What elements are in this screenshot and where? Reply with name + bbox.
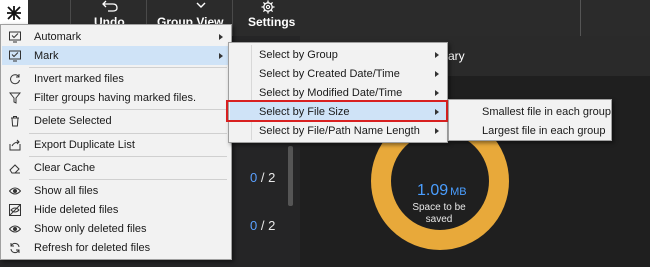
submenu-arrow-icon <box>435 89 439 96</box>
menu-separator <box>29 109 227 110</box>
menu-item-automark[interactable]: Automark <box>2 27 230 46</box>
group-mark-count: 0 / 2 <box>250 170 275 185</box>
settings-label: Settings <box>248 15 296 29</box>
menu-item-label: Mark <box>34 49 59 62</box>
menu-separator <box>29 179 227 180</box>
menu-item-select-by-created[interactable]: Select by Created Date/Time <box>230 64 446 83</box>
submenu-arrow-icon <box>435 70 439 77</box>
menu-item-filter-groups[interactable]: Filter groups having marked files. <box>2 88 230 107</box>
total-count: 2 <box>268 170 276 185</box>
menu-item-show-only-deleted[interactable]: Show only deleted files <box>2 219 230 238</box>
invert-icon <box>8 72 22 86</box>
eye-icon <box>8 184 22 198</box>
menu-item-select-by-name-length[interactable]: Select by File/Path Name Length <box>230 121 446 140</box>
submenu-arrow-icon <box>219 33 223 40</box>
menu-item-label: Smallest file in each group <box>482 105 612 118</box>
space-number: 1.09 <box>417 182 449 199</box>
menu-separator <box>29 133 227 134</box>
menu-item-label: Select by Group <box>259 48 338 61</box>
menu-item-label: Select by Modified Date/Time <box>259 86 403 99</box>
app-logo-icon <box>7 5 21 20</box>
mark-context-menu: Automark Mark Invert marked files Filter… <box>0 24 232 260</box>
eye-slash-icon <box>8 203 22 217</box>
menu-item-delete-selected[interactable]: Delete Selected <box>2 111 230 130</box>
file-size-submenu: Smallest file in each group Largest file… <box>448 99 612 141</box>
filter-icon <box>8 91 22 105</box>
chevron-down-icon <box>196 2 206 8</box>
menu-item-label: Refresh for deleted files <box>34 241 151 254</box>
menu-item-label: Filter groups having marked files. <box>34 91 197 104</box>
menu-item-smallest-file[interactable]: Smallest file in each group <box>450 102 612 121</box>
export-icon <box>8 138 22 152</box>
menu-item-label: Automark <box>34 30 82 43</box>
app-menu-button[interactable] <box>0 0 28 25</box>
menu-item-label: Invert marked files <box>34 72 124 85</box>
summary-title: ary <box>448 49 465 63</box>
highlight-annotation <box>226 100 448 122</box>
refresh-icon <box>8 241 22 255</box>
menu-item-clear-cache[interactable]: Clear Cache <box>2 158 230 177</box>
scrollbar[interactable] <box>288 146 293 206</box>
menu-item-label: Export Duplicate List <box>34 138 135 151</box>
menu-item-label: Select by File/Path Name Length <box>259 124 420 137</box>
space-unit: MB <box>450 186 467 198</box>
submenu-arrow-icon <box>435 127 439 134</box>
menu-item-mark[interactable]: Mark <box>2 46 230 65</box>
eye-icon <box>8 222 22 236</box>
toolbar-separator <box>580 0 581 36</box>
submenu-arrow-icon <box>219 52 223 59</box>
space-caption: Space to be saved <box>412 202 466 225</box>
group-mark-count: 0 / 2 <box>250 218 275 233</box>
automark-icon <box>8 30 22 44</box>
menu-item-export-list[interactable]: Export Duplicate List <box>2 135 230 154</box>
settings-button[interactable]: Settings <box>245 0 297 36</box>
trash-icon <box>8 114 22 128</box>
menu-item-show-all-files[interactable]: Show all files <box>2 181 230 200</box>
menu-item-label: Hide deleted files <box>34 203 119 216</box>
toolbar-separator <box>232 0 233 36</box>
menu-item-label: Largest file in each group <box>482 124 606 137</box>
menu-separator <box>29 156 227 157</box>
menu-item-label: Show all files <box>34 184 99 197</box>
menu-item-refresh-deleted[interactable]: Refresh for deleted files <box>2 238 230 257</box>
menu-separator <box>29 67 227 68</box>
menu-item-label: Show only deleted files <box>34 222 147 235</box>
count-separator: / <box>257 218 269 233</box>
mark-submenu: Select by Group Select by Created Date/T… <box>228 42 448 143</box>
menu-item-hide-deleted[interactable]: Hide deleted files <box>2 200 230 219</box>
total-count: 2 <box>268 218 276 233</box>
menu-item-invert-marked[interactable]: Invert marked files <box>2 69 230 88</box>
menu-item-label: Select by Created Date/Time <box>259 67 400 80</box>
count-separator: / <box>257 170 269 185</box>
eraser-icon <box>8 161 22 175</box>
undo-icon <box>102 0 118 12</box>
gear-icon <box>261 0 275 14</box>
menu-item-label: Delete Selected <box>34 114 112 127</box>
menu-item-largest-file[interactable]: Largest file in each group <box>450 121 610 140</box>
mark-icon <box>8 49 22 63</box>
space-value: 1.09 MB <box>417 182 467 200</box>
menu-item-label: Clear Cache <box>34 161 96 174</box>
submenu-arrow-icon <box>435 51 439 58</box>
menu-item-select-by-group[interactable]: Select by Group <box>230 45 446 64</box>
